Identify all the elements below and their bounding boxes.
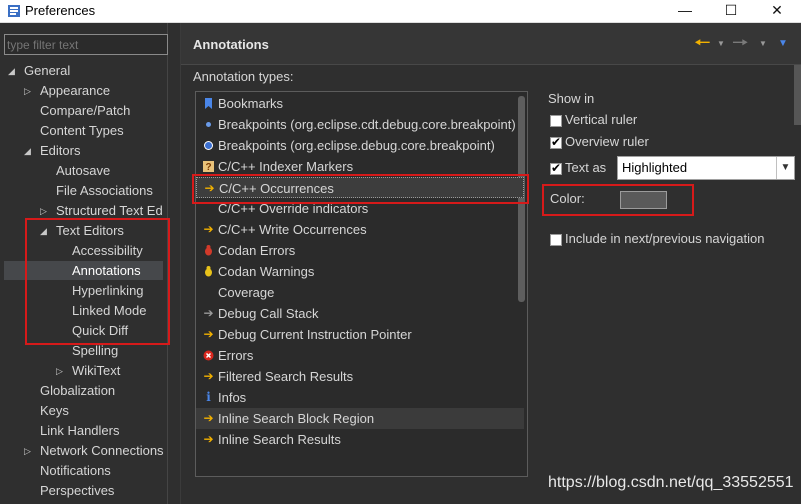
- tree-item-notifications[interactable]: Notifications: [40, 461, 111, 481]
- tree-item-spelling[interactable]: Spelling: [72, 341, 118, 361]
- arrow-right-gray-icon: ➔: [203, 306, 214, 320]
- collapsed-chevron-icon[interactable]: ▷: [40, 206, 47, 217]
- collapsed-chevron-icon[interactable]: ▷: [24, 446, 31, 457]
- tree-item-text-editors[interactable]: Text Editors: [56, 221, 124, 241]
- include-navigation-checkbox[interactable]: [550, 234, 562, 246]
- back-arrow-icon[interactable]: 🠔: [694, 34, 711, 53]
- tree-item-editors[interactable]: Editors: [40, 141, 80, 161]
- tree-item-annotations[interactable]: Annotations: [72, 261, 141, 281]
- forward-arrow-icon[interactable]: 🠖: [732, 34, 749, 53]
- text-as-dropdown[interactable]: Highlighted ▼: [617, 156, 795, 180]
- title-bar: Preferences — ☐ ✕: [0, 0, 801, 23]
- arrow-right-icon: ➔: [203, 327, 214, 341]
- list-item[interactable]: Codan Errors: [196, 240, 524, 261]
- tree-item-structured-text-editors[interactable]: Structured Text Ed: [56, 201, 163, 221]
- vertical-ruler-label[interactable]: Vertical ruler: [565, 112, 637, 127]
- list-item[interactable]: ➔ Inline Search Block Region: [196, 408, 524, 429]
- tree-item-content-types[interactable]: Content Types: [40, 121, 124, 141]
- bug-red-icon: [202, 244, 215, 257]
- annotation-types-list[interactable]: Bookmarks Breakpoints (org.eclipse.cdt.d…: [195, 91, 528, 477]
- tree-item-globalization[interactable]: Globalization: [40, 381, 115, 401]
- list-item[interactable]: Codan Warnings: [196, 261, 524, 282]
- page-title: Annotations: [193, 37, 269, 52]
- list-item[interactable]: Coverage: [196, 282, 524, 303]
- info-icon: i: [206, 390, 211, 404]
- text-as-label[interactable]: Text as: [565, 160, 606, 175]
- tree-item-hyperlinking[interactable]: Hyperlinking: [72, 281, 144, 301]
- tree-item-compare-patch[interactable]: Compare/Patch: [40, 101, 130, 121]
- tree-item-accessibility[interactable]: Accessibility: [72, 241, 143, 261]
- minimize-button[interactable]: —: [662, 0, 708, 22]
- tree-item-wikitext[interactable]: WikiText: [72, 361, 120, 381]
- tree-item-linked-mode[interactable]: Linked Mode: [72, 301, 146, 321]
- collapsed-chevron-icon[interactable]: ▷: [24, 86, 31, 97]
- tree-item-keys[interactable]: Keys: [40, 401, 69, 421]
- filter-input[interactable]: [4, 34, 168, 55]
- close-button[interactable]: ✕: [754, 0, 800, 22]
- list-item[interactable]: ➔ Debug Current Instruction Pointer: [196, 324, 524, 345]
- window-title: Preferences: [25, 3, 96, 18]
- bookmark-icon: [202, 97, 215, 110]
- arrow-right-icon: ➔: [203, 222, 214, 236]
- back-dropdown-icon[interactable]: ▼: [717, 39, 725, 48]
- arrow-right-icon: ➔: [203, 411, 214, 425]
- color-picker-button[interactable]: [620, 191, 667, 209]
- include-navigation-label[interactable]: Include in next/previous navigation: [565, 231, 764, 246]
- help-marker-icon: ?: [202, 160, 215, 173]
- overview-ruler-label[interactable]: Overview ruler: [565, 134, 649, 149]
- list-item-selected[interactable]: ➔ C/C++ Occurrences: [196, 177, 524, 198]
- breakpoint-icon: [202, 139, 215, 152]
- arrow-right-icon: ➔: [204, 181, 215, 195]
- show-in-label: Show in: [548, 91, 595, 106]
- error-icon: [202, 349, 215, 362]
- forward-dropdown-icon[interactable]: ▼: [759, 39, 767, 48]
- preference-page: Annotations 🠔 ▼ 🠖 ▼ ▼ Annotation types: …: [181, 23, 801, 504]
- list-item[interactable]: i Infos: [196, 387, 524, 408]
- text-as-checkbox[interactable]: [550, 161, 562, 175]
- list-item[interactable]: Bookmarks: [196, 93, 524, 114]
- list-item[interactable]: ➔ Debug Call Stack: [196, 303, 524, 324]
- tree-item-general[interactable]: General: [24, 61, 70, 81]
- bug-yellow-icon: [202, 265, 215, 278]
- view-menu-icon[interactable]: ▼: [778, 38, 788, 49]
- breakpoint-icon: [202, 118, 215, 131]
- color-label: Color:: [550, 191, 585, 206]
- tree-item-link-handlers[interactable]: Link Handlers: [40, 421, 120, 441]
- overview-ruler-checkbox[interactable]: [550, 135, 562, 149]
- tree-item-autosave[interactable]: Autosave: [56, 161, 110, 181]
- watermark-text: https://blog.csdn.net/qq_33552551: [548, 474, 794, 491]
- list-item[interactable]: Errors: [196, 345, 524, 366]
- tree-item-appearance[interactable]: Appearance: [40, 81, 110, 101]
- collapsed-chevron-icon[interactable]: ▷: [56, 366, 63, 377]
- list-item[interactable]: ➔ C/C++ Write Occurrences: [196, 219, 524, 240]
- chevron-down-icon[interactable]: ▼: [776, 157, 794, 179]
- expanded-chevron-icon[interactable]: ◢: [24, 146, 31, 157]
- tree-item-file-associations[interactable]: File Associations: [56, 181, 153, 201]
- preferences-app-icon: [8, 5, 20, 17]
- tree-item-network-connections[interactable]: Network Connections: [40, 441, 164, 461]
- list-item[interactable]: ➔ Filtered Search Results: [196, 366, 524, 387]
- svg-text:?: ?: [205, 162, 211, 173]
- tree-item-quick-diff[interactable]: Quick Diff: [72, 321, 128, 341]
- maximize-button[interactable]: ☐: [708, 0, 754, 22]
- list-item[interactable]: ➔ Inline Search Results: [196, 429, 524, 450]
- list-item[interactable]: C/C++ Override indicators: [196, 198, 524, 219]
- text-as-selected-value: Highlighted: [622, 160, 688, 175]
- arrow-right-icon: ➔: [203, 369, 214, 383]
- preferences-tree-panel: ◢ General ▷ Appearance Compare/Patch Con…: [0, 23, 168, 504]
- expanded-chevron-icon[interactable]: ◢: [40, 226, 47, 237]
- page-scrollbar[interactable]: [794, 65, 801, 125]
- list-item[interactable]: Breakpoints (org.eclipse.cdt.debug.core.…: [196, 114, 524, 135]
- arrow-right-icon: ➔: [203, 432, 214, 446]
- annotation-types-label: Annotation types:: [193, 69, 294, 84]
- vertical-ruler-checkbox[interactable]: [550, 115, 562, 127]
- page-header: Annotations 🠔 ▼ 🠖 ▼ ▼: [181, 23, 801, 65]
- expanded-chevron-icon[interactable]: ◢: [8, 66, 15, 77]
- list-item[interactable]: ? C/C++ Indexer Markers: [196, 156, 524, 177]
- list-item[interactable]: Breakpoints (org.eclipse.debug.core.brea…: [196, 135, 524, 156]
- tree-item-perspectives[interactable]: Perspectives: [40, 481, 114, 501]
